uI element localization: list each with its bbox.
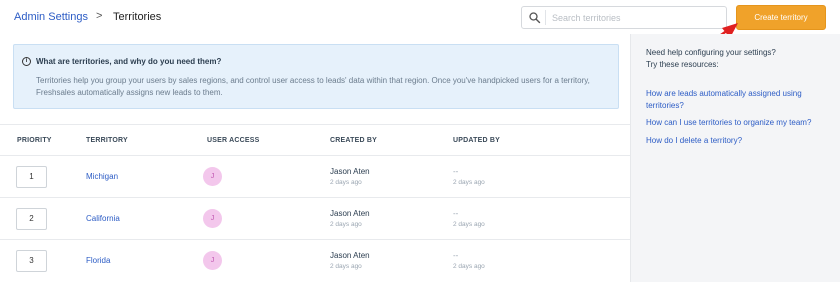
- territory-link[interactable]: California: [86, 214, 120, 223]
- table-header: PRIORITY TERRITORY USER ACCESS CREATED B…: [0, 124, 630, 156]
- avatar[interactable]: J: [203, 209, 222, 228]
- breadcrumb-admin-settings[interactable]: Admin Settings: [14, 11, 88, 23]
- column-created-by: CREATED BY: [330, 137, 377, 144]
- created-by-time: 2 days ago: [330, 221, 362, 228]
- priority-input[interactable]: 3: [16, 250, 47, 272]
- info-body: Territories help you group your users by…: [36, 76, 590, 97]
- search-divider: [545, 10, 546, 25]
- help-intro: Need help configuring your settings? Try…: [646, 47, 831, 71]
- column-updated-by: UPDATED BY: [453, 137, 500, 144]
- updated-by-name: --: [453, 251, 459, 260]
- avatar[interactable]: J: [203, 251, 222, 270]
- updated-by-name: --: [453, 167, 459, 176]
- page-title: Territories: [113, 11, 162, 23]
- help-line-1: Need help configuring your settings?: [646, 48, 776, 57]
- info-title: What are territories, and why do you nee…: [36, 57, 222, 66]
- breadcrumb-separator: >: [96, 10, 103, 22]
- help-link-auto-assign[interactable]: How are leads automatically assigned usi…: [646, 88, 831, 112]
- avatar[interactable]: J: [203, 167, 222, 186]
- column-territory: TERRITORY: [86, 137, 128, 144]
- updated-by-name: --: [453, 209, 459, 218]
- info-icon: i: [22, 57, 31, 66]
- table-row: 1 Michigan J Jason Aten 2 days ago -- 2 …: [0, 156, 630, 198]
- column-user-access: USER ACCESS: [207, 137, 260, 144]
- priority-input[interactable]: 1: [16, 166, 47, 188]
- priority-input[interactable]: 2: [16, 208, 47, 230]
- created-by-name: Jason Aten: [330, 167, 370, 176]
- created-by-time: 2 days ago: [330, 263, 362, 270]
- created-by-time: 2 days ago: [330, 179, 362, 186]
- main-content: i What are territories, and why do you n…: [0, 34, 630, 282]
- territory-link[interactable]: Florida: [86, 256, 110, 265]
- territory-link[interactable]: Michigan: [86, 172, 118, 181]
- help-line-2: Try these resources:: [646, 60, 719, 69]
- updated-by-time: 2 days ago: [453, 263, 485, 270]
- updated-by-time: 2 days ago: [453, 179, 485, 186]
- created-by-name: Jason Aten: [330, 251, 370, 260]
- column-priority: PRIORITY: [17, 137, 52, 144]
- help-sidebar: Need help configuring your settings? Try…: [630, 34, 840, 282]
- table-row: 2 California J Jason Aten 2 days ago -- …: [0, 198, 630, 240]
- updated-by-time: 2 days ago: [453, 221, 485, 228]
- search-icon: [529, 12, 541, 24]
- created-by-name: Jason Aten: [330, 209, 370, 218]
- table-row: 3 Florida J Jason Aten 2 days ago -- 2 d…: [0, 240, 630, 282]
- help-link-organize-team[interactable]: How can I use territories to organize my…: [646, 117, 831, 129]
- help-link-delete-territory[interactable]: How do I delete a territory?: [646, 135, 831, 147]
- info-banner: i What are territories, and why do you n…: [13, 44, 619, 109]
